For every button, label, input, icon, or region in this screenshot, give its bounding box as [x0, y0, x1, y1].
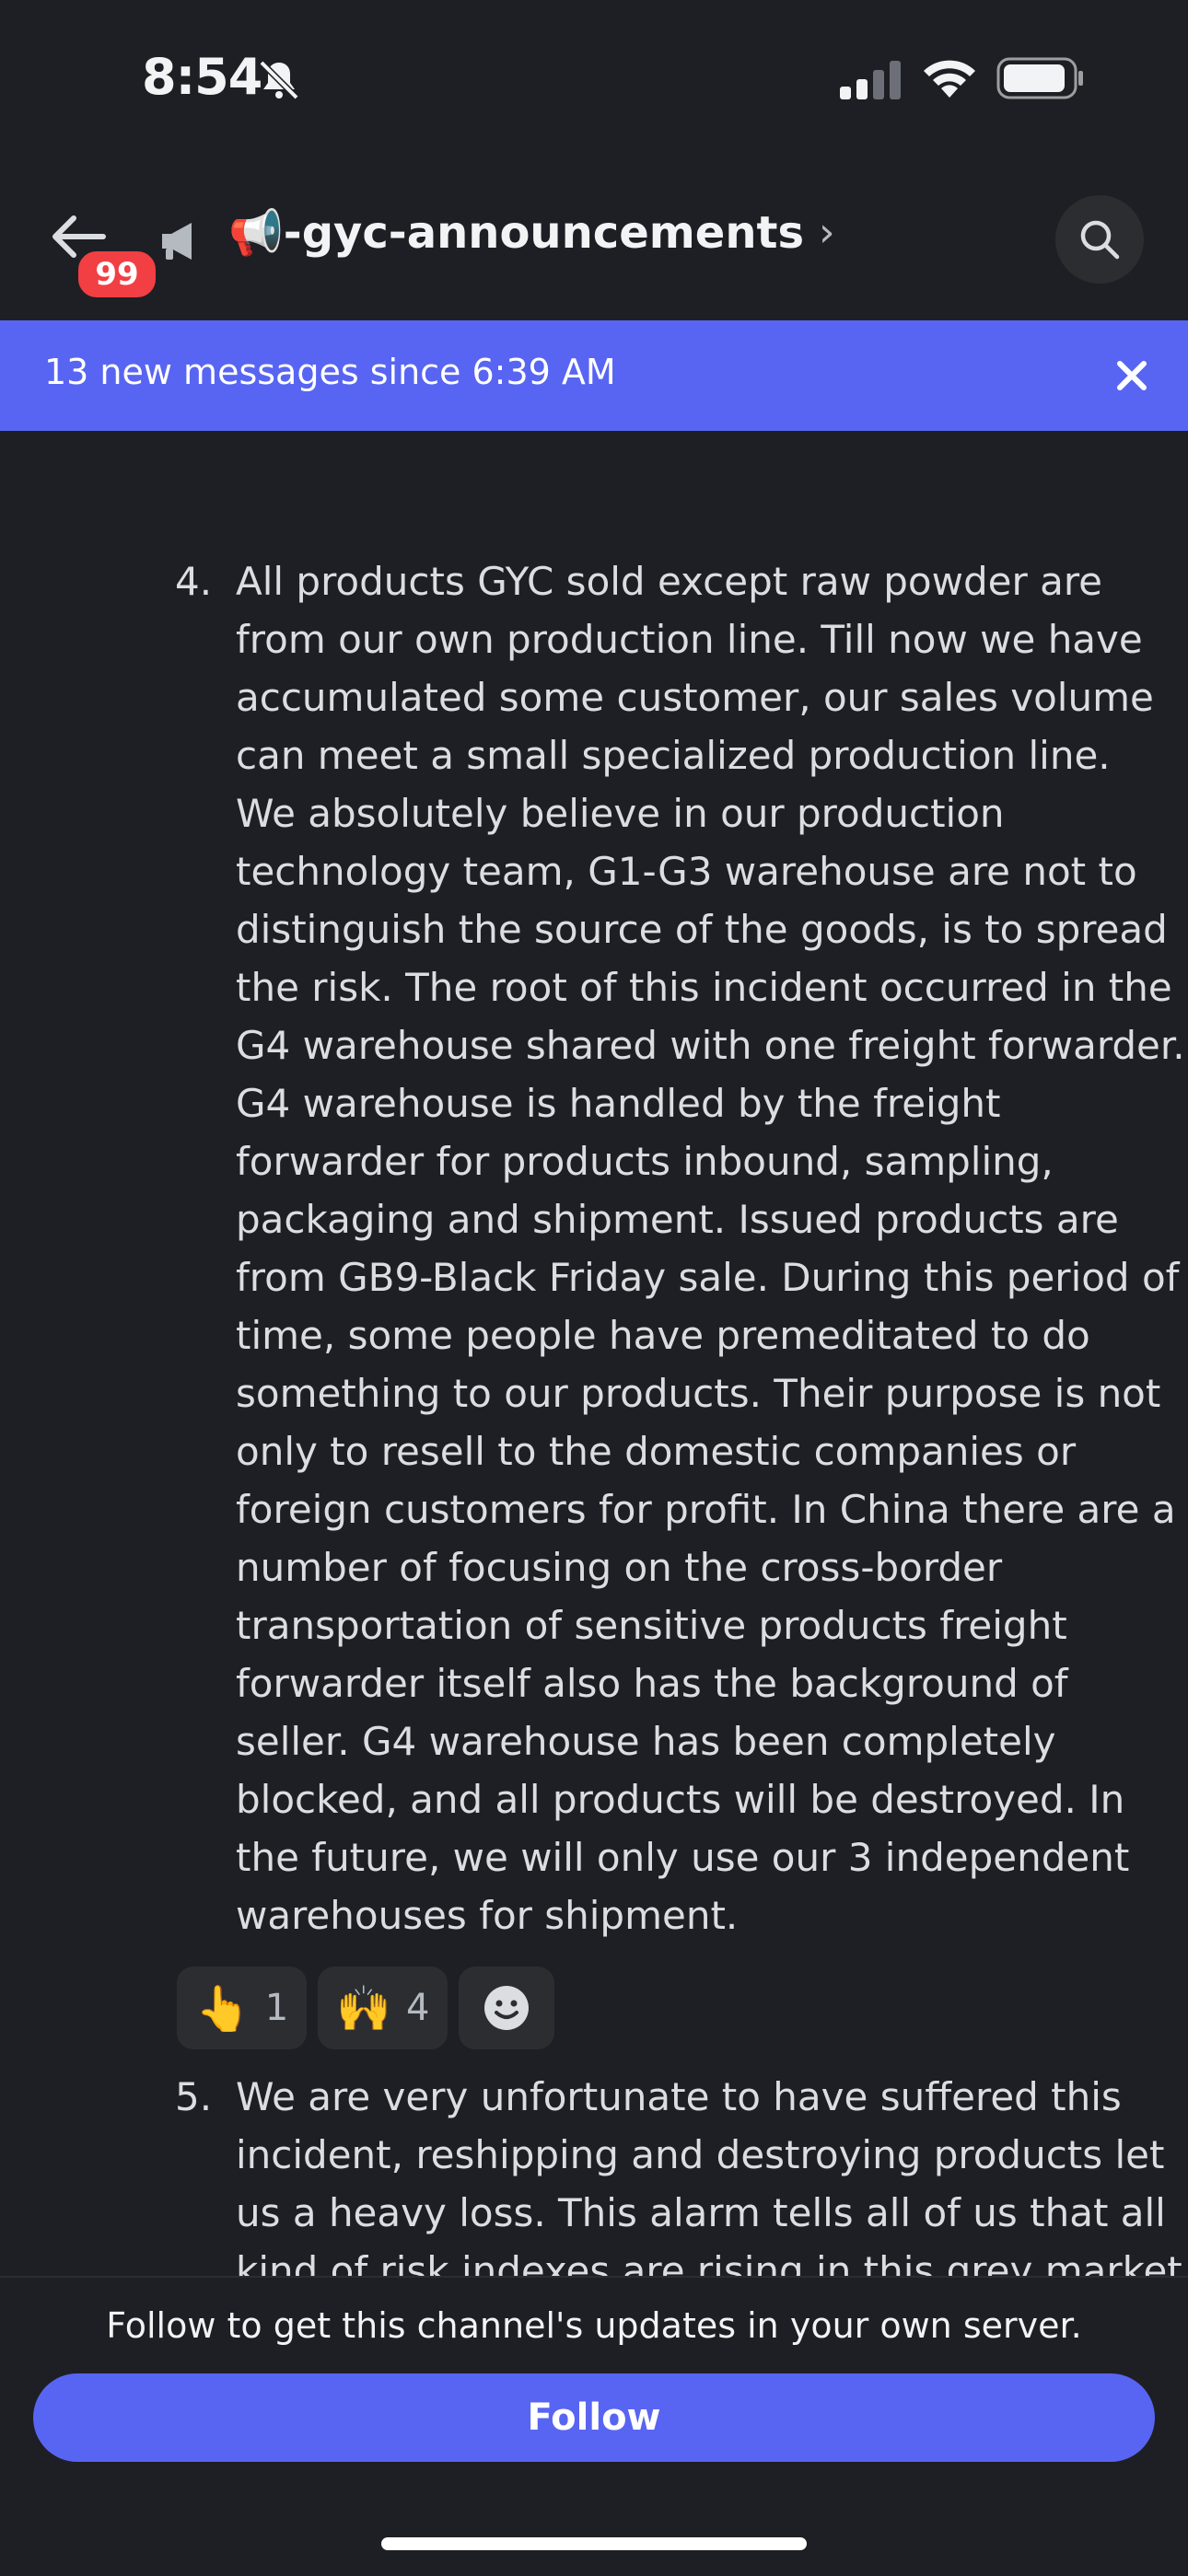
megaphone-icon	[162, 223, 192, 260]
text-line: time, some people have premeditated to d…	[236, 1313, 1090, 1358]
search-button[interactable]	[1055, 195, 1144, 284]
reaction-pointing-up[interactable]: 👆 1	[177, 1967, 308, 2049]
bell-off-icon	[259, 60, 299, 100]
search-icon	[1080, 220, 1120, 260]
text-line: accumulated some customer, our sales vol…	[236, 675, 1154, 720]
reaction-raising-hands[interactable]: 🙌 4	[318, 1967, 448, 2049]
channel-title[interactable]: 📢 -gyc-announcements ›	[228, 206, 835, 260]
text-line: only to resell to the domestic companies…	[236, 1429, 1077, 1474]
text-line: number of focusing on the cross-border	[236, 1545, 1003, 1590]
text-line: something to our products. Their purpose…	[236, 1371, 1161, 1416]
text-line: forwarder itself also has the background…	[236, 1661, 1068, 1706]
text-line: incident, reshipping and destroying prod…	[236, 2132, 1165, 2177]
text-line: from GB9-Black Friday sale. During this …	[236, 1255, 1180, 1300]
list-number: 4.	[175, 559, 213, 604]
text-line: forwarder for products inbound, sampling…	[236, 1139, 1054, 1184]
pointing-up-emoji: 👆	[195, 1982, 250, 2035]
smiley-add-icon	[484, 1986, 530, 2030]
text-line: We absolutely believe in our production	[236, 791, 1005, 836]
home-indicator[interactable]	[381, 2537, 807, 2550]
new-messages-text: 13 new messages since 6:39 AM	[44, 352, 616, 392]
text-line: seller. G4 warehouse has been completely	[236, 1719, 1056, 1764]
close-icon[interactable]	[1116, 360, 1147, 391]
reaction-count: 1	[264, 1987, 289, 2029]
text-line: G4 warehouse is handled by the freight	[236, 1081, 1001, 1126]
add-reaction-button[interactable]	[459, 1967, 555, 2049]
text-line: the risk. The root of this incident occu…	[236, 965, 1172, 1010]
text-line: G4 warehouse shared with one freight for…	[236, 1023, 1185, 1068]
follow-prompt: Follow to get this channel's updates in …	[106, 2305, 1082, 2346]
wifi-icon	[924, 60, 975, 98]
new-messages-bar[interactable]: 13 new messages since 6:39 AM	[0, 320, 1188, 431]
status-time: 8:54	[142, 48, 262, 106]
raising-hands-emoji: 🙌	[336, 1982, 391, 2035]
cellular-signal-icon	[840, 61, 901, 99]
text-line: blocked, and all products will be destro…	[236, 1777, 1125, 1822]
text-line: the future, we will only use our 3 indep…	[236, 1835, 1130, 1880]
follow-button[interactable]: Follow	[33, 2373, 1155, 2462]
list-item-text: We are very unfortunate to have suffered…	[236, 2068, 1188, 2300]
text-line: transportation of sensitive products fre…	[236, 1603, 1067, 1648]
channel-emoji: 📢	[228, 207, 284, 259]
text-line: distinguish the source of the goods, is …	[236, 907, 1168, 952]
status-bar: 8:54	[0, 0, 1188, 161]
reaction-count: 4	[405, 1987, 430, 2029]
list-number: 5.	[175, 2074, 213, 2119]
text-line: warehouses for shipment.	[236, 1893, 739, 1938]
text-line: All products GYC sold except raw powder …	[236, 559, 1103, 604]
text-line: can meet a small specialized production …	[236, 733, 1111, 778]
text-line: foreign customers for profit. In China t…	[236, 1487, 1176, 1532]
follow-panel: Follow to get this channel's updates in …	[0, 2276, 1188, 2576]
chevron-right-icon: ›	[819, 209, 835, 256]
channel-name: -gyc-announcements	[283, 206, 805, 259]
text-line: us a heavy loss. This alarm tells all of…	[236, 2190, 1166, 2235]
text-line: We are very unfortunate to have suffered…	[236, 2074, 1122, 2119]
battery-icon	[996, 57, 1083, 99]
unread-badge: 99	[74, 247, 160, 302]
text-line: technology team, G1-G3 warehouse are not…	[236, 849, 1137, 894]
list-item-text: All products GYC sold except raw powder …	[236, 552, 1188, 1944]
reaction-bar: 👆 1 🙌 4	[177, 1967, 555, 2049]
text-line: from our own production line. Till now w…	[236, 617, 1143, 662]
text-line: packaging and shipment. Issued products …	[236, 1197, 1119, 1242]
